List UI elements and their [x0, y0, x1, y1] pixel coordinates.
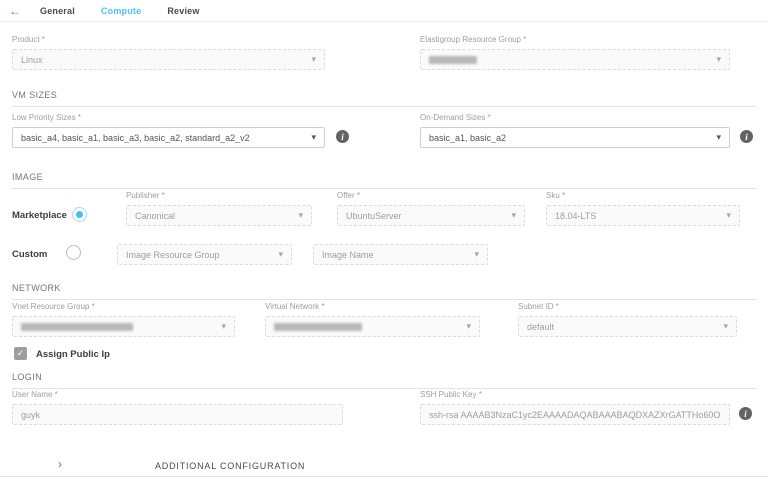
network-section-title: NETWORK — [12, 283, 61, 293]
ssh-public-key-value: ssh-rsa AAAAB3NzaC1yc2EAAAADAQABAAABAQDX… — [429, 410, 721, 420]
product-label: Product * — [12, 36, 325, 44]
bottom-divider — [0, 476, 768, 477]
dropdown-caret-icon: ▾ — [292, 211, 303, 220]
low-priority-sizes-select[interactable]: basic_a4, basic_a1, basic_a3, basic_a2, … — [12, 127, 325, 148]
section-login: LOGIN — [12, 372, 756, 389]
sku-select[interactable]: 18.04-LTS ▾ — [546, 205, 740, 226]
checkmark-icon: ✓ — [17, 348, 25, 358]
low-priority-sizes-group: Low Priority Sizes * basic_a4, basic_a1,… — [12, 114, 325, 148]
info-glyph: i — [745, 132, 748, 142]
image-name-select[interactable]: Image Name ▾ — [313, 244, 488, 265]
info-icon[interactable]: i — [336, 130, 349, 143]
login-section-title: LOGIN — [12, 372, 42, 382]
marketplace-radio[interactable] — [72, 207, 87, 222]
subnet-id-group: Subnet ID * default ▾ — [518, 303, 737, 337]
redacted-value — [274, 323, 362, 331]
marketplace-row-label: Marketplace — [12, 210, 67, 221]
on-demand-sizes-group: On-Demand Sizes * basic_a1, basic_a2 ▾ — [420, 114, 730, 148]
vnet-resource-group-label: Vnet Resource Group * — [12, 303, 235, 311]
user-name-group: User Name * guyk — [12, 391, 343, 425]
elastigroup-resource-group-group: Elastigroup Resource Group * ▾ — [420, 36, 730, 70]
dropdown-caret-icon: ▾ — [272, 250, 283, 259]
image-resource-group-select[interactable]: Image Resource Group ▾ — [117, 244, 292, 265]
redacted-value — [21, 323, 133, 331]
sku-label: Sku * — [546, 192, 740, 200]
dropdown-caret-icon: ▾ — [305, 55, 316, 64]
elastigroup-resource-group-select[interactable]: ▾ — [420, 49, 730, 70]
chevron-right-icon[interactable]: › — [58, 458, 62, 470]
dropdown-caret-icon: ▾ — [710, 133, 721, 142]
wizard-tabs: General Compute Review — [21, 6, 200, 16]
image-resource-group-placeholder: Image Resource Group — [126, 250, 220, 260]
custom-radio[interactable] — [66, 245, 81, 260]
publisher-group: Publisher * Canonical ▾ — [126, 192, 312, 226]
sku-value: 18.04-LTS — [555, 211, 596, 221]
publisher-select[interactable]: Canonical ▾ — [126, 205, 312, 226]
subnet-id-label: Subnet ID * — [518, 303, 737, 311]
offer-value: UbuntuServer — [346, 211, 402, 221]
low-priority-sizes-label: Low Priority Sizes * — [12, 114, 325, 122]
custom-row-label: Custom — [12, 249, 47, 260]
publisher-value: Canonical — [135, 211, 175, 221]
offer-select[interactable]: UbuntuServer ▾ — [337, 205, 525, 226]
dropdown-caret-icon: ▾ — [215, 322, 226, 331]
tab-review[interactable]: Review — [167, 6, 199, 16]
info-icon[interactable]: i — [740, 130, 753, 143]
dropdown-caret-icon: ▾ — [717, 322, 728, 331]
product-select[interactable]: Linux ▾ — [12, 49, 325, 70]
vnet-resource-group-select[interactable]: ▾ — [12, 316, 235, 337]
virtual-network-group: Virtual Network * ▾ — [265, 303, 480, 337]
virtual-network-select[interactable]: ▾ — [265, 316, 480, 337]
info-glyph: i — [341, 132, 344, 142]
back-icon[interactable]: ← — [9, 5, 21, 17]
image-section-title: IMAGE — [12, 172, 43, 182]
dropdown-caret-icon: ▾ — [710, 55, 721, 64]
ssh-public-key-label: SSH Public Key * — [420, 391, 730, 399]
tab-general[interactable]: General — [40, 6, 75, 16]
image-name-placeholder: Image Name — [322, 250, 374, 260]
assign-public-ip-label: Assign Public Ip — [36, 349, 110, 360]
low-priority-sizes-value: basic_a4, basic_a1, basic_a3, basic_a2, … — [21, 133, 250, 143]
user-name-label: User Name * — [12, 391, 343, 399]
vm-sizes-section-title: VM SIZES — [12, 90, 57, 100]
offer-group: Offer * UbuntuServer ▾ — [337, 192, 525, 226]
subnet-id-select[interactable]: default ▾ — [518, 316, 737, 337]
user-name-input[interactable]: guyk — [12, 404, 343, 425]
product-group: Product * Linux ▾ — [12, 36, 325, 70]
dropdown-caret-icon: ▾ — [720, 211, 731, 220]
product-value: Linux — [21, 55, 43, 65]
user-name-value: guyk — [21, 410, 40, 420]
subnet-id-value: default — [527, 322, 554, 332]
offer-label: Offer * — [337, 192, 525, 200]
virtual-network-label: Virtual Network * — [265, 303, 480, 311]
ssh-public-key-input[interactable]: ssh-rsa AAAAB3NzaC1yc2EAAAADAQABAAABAQDX… — [420, 404, 730, 425]
wizard-tabs-bar: ← General Compute Review — [0, 0, 768, 22]
dropdown-caret-icon: ▾ — [460, 322, 471, 331]
dropdown-caret-icon: ▾ — [505, 211, 516, 220]
dropdown-caret-icon: ▾ — [468, 250, 479, 259]
section-vm-sizes: VM SIZES — [12, 90, 756, 107]
sku-group: Sku * 18.04-LTS ▾ — [546, 192, 740, 226]
on-demand-sizes-select[interactable]: basic_a1, basic_a2 ▾ — [420, 127, 730, 148]
info-icon[interactable]: i — [739, 407, 752, 420]
info-glyph: i — [744, 409, 747, 419]
vnet-resource-group-group: Vnet Resource Group * ▾ — [12, 303, 235, 337]
image-name-group: Image Name ▾ — [313, 244, 488, 265]
on-demand-sizes-label: On-Demand Sizes * — [420, 114, 730, 122]
elastigroup-resource-group-label: Elastigroup Resource Group * — [420, 36, 730, 44]
assign-public-ip-checkbox[interactable]: ✓ — [14, 347, 27, 360]
compute-form-page: ← General Compute Review Product * Linux… — [0, 0, 768, 483]
dropdown-caret-icon: ▾ — [305, 133, 316, 142]
on-demand-sizes-value: basic_a1, basic_a2 — [429, 133, 506, 143]
section-image: IMAGE — [12, 172, 756, 189]
additional-configuration-toggle[interactable]: ADDITIONAL CONFIGURATION — [155, 461, 305, 471]
section-network: NETWORK — [12, 283, 756, 300]
ssh-public-key-group: SSH Public Key * ssh-rsa AAAAB3NzaC1yc2E… — [420, 391, 730, 425]
tab-compute[interactable]: Compute — [101, 6, 141, 16]
image-resource-group-group: Image Resource Group ▾ — [117, 244, 292, 265]
publisher-label: Publisher * — [126, 192, 312, 200]
redacted-value — [429, 56, 477, 64]
